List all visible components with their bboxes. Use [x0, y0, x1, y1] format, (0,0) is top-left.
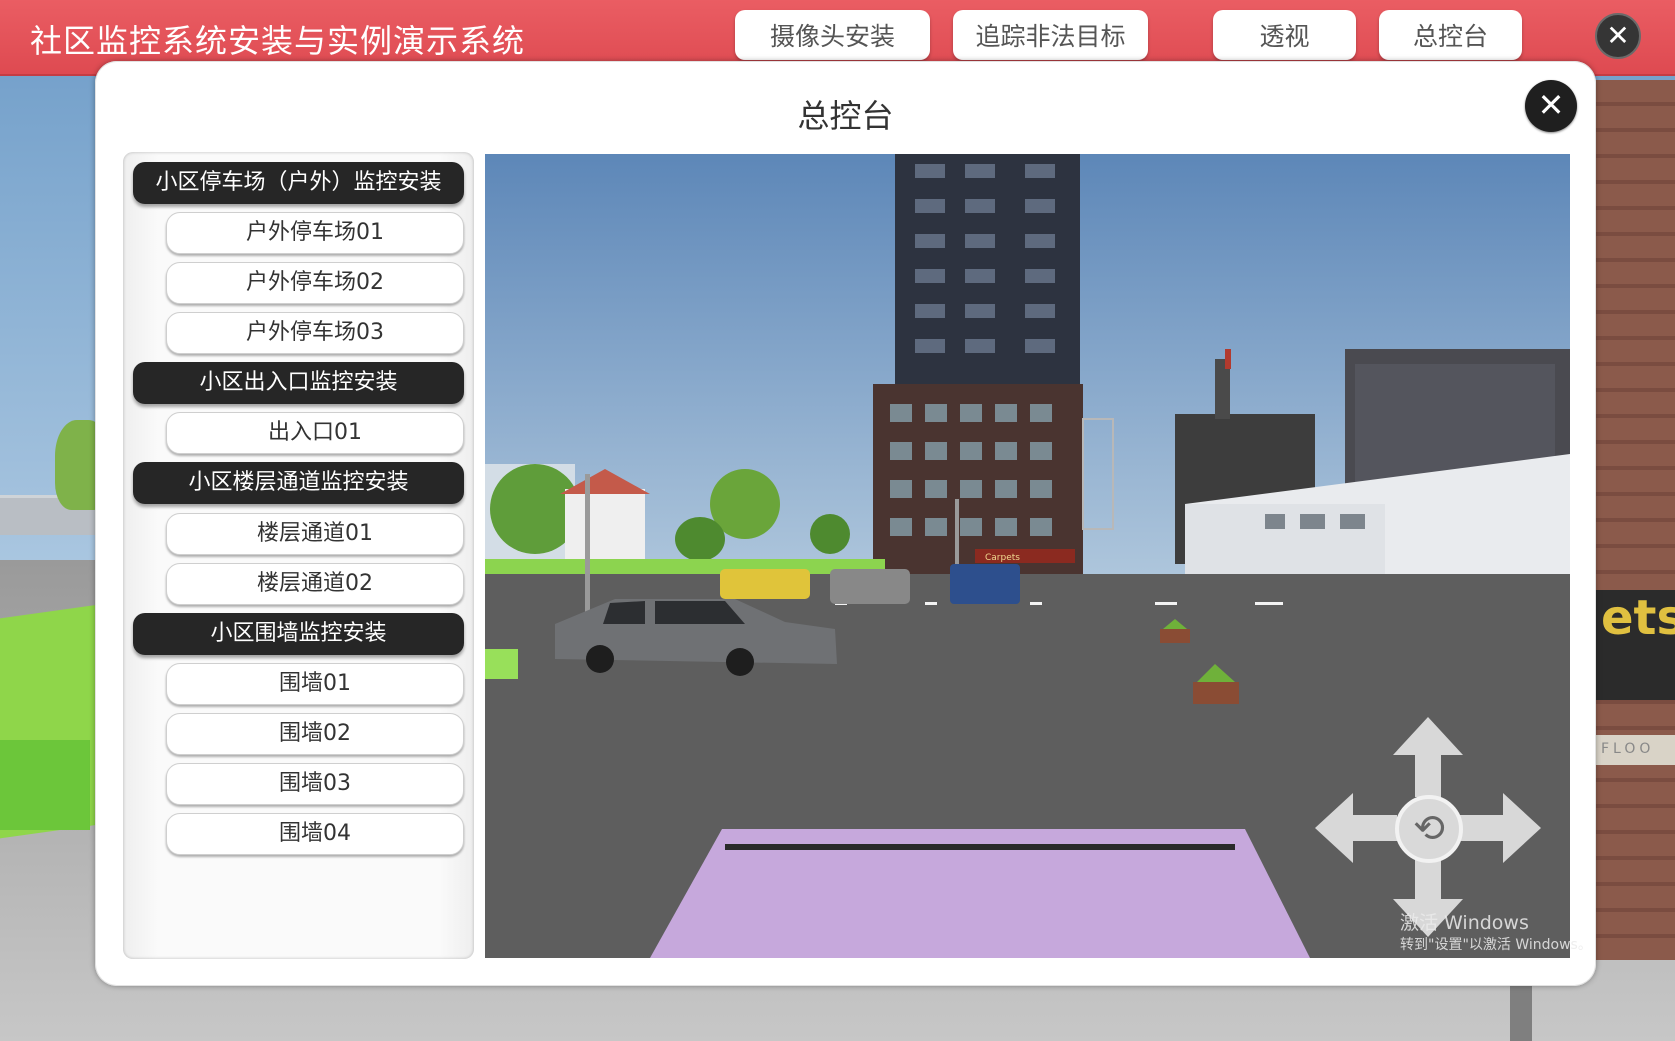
storefront-sign-text: Carpets [985, 553, 1020, 563]
camera-install-button[interactable]: 摄像头安装 [735, 10, 930, 60]
list-item-wall-04[interactable]: 围墙04 [166, 813, 464, 855]
list-item-outdoor-parking-01[interactable]: 户外停车场01 [166, 212, 464, 254]
close-icon: ✕ [1537, 86, 1565, 124]
camera-live-view[interactable]: Carpets ⟲ [485, 154, 1570, 958]
background-pole [1510, 980, 1532, 1041]
watermark-line-2: 转到"设置"以激活 Windows。 [1400, 937, 1592, 953]
windows-activation-watermark: 激活 Windows 转到"设置"以激活 Windows。 [1400, 912, 1592, 956]
perspective-button[interactable]: 透视 [1213, 10, 1356, 60]
list-item-outdoor-parking-02[interactable]: 户外停车场02 [166, 262, 464, 304]
master-console-panel: 总控台 ✕ 小区停车场（户外）监控安装 户外停车场01 户外停车场02 户外停车… [95, 61, 1596, 986]
app-title: 社区监控系统安装与实例演示系统 [30, 22, 526, 60]
arrow-right-icon[interactable] [1459, 793, 1541, 863]
list-item-outdoor-parking-03[interactable]: 户外停车场03 [166, 312, 464, 354]
master-console-button[interactable]: 总控台 [1379, 10, 1522, 60]
list-item-wall-01[interactable]: 围墙01 [166, 663, 464, 705]
background-store-sign: ets [1595, 590, 1675, 700]
rotate-icon: ⟲ [1413, 806, 1445, 850]
watermark-line-1: 激活 Windows [1400, 912, 1529, 934]
group-header-floor-corridor[interactable]: 小区楼层通道监控安装 [133, 462, 464, 504]
list-item-wall-03[interactable]: 围墙03 [166, 763, 464, 805]
group-header-parking-outdoor[interactable]: 小区停车场（户外）监控安装 [133, 162, 464, 204]
background-grass-block [0, 740, 90, 830]
track-illegal-target-button[interactable]: 追踪非法目标 [953, 10, 1148, 60]
list-item-corridor-01[interactable]: 楼层通道01 [166, 513, 464, 555]
background-brick-building [1595, 80, 1675, 960]
background-floor-sign: FLOO [1595, 735, 1675, 765]
list-item-corridor-02[interactable]: 楼层通道02 [166, 563, 464, 605]
app-close-button[interactable]: ✕ [1595, 13, 1641, 59]
rotate-button[interactable]: ⟲ [1395, 795, 1463, 863]
group-header-entrance[interactable]: 小区出入口监控安装 [133, 362, 464, 404]
panel-close-button[interactable]: ✕ [1525, 80, 1577, 132]
arrow-left-icon[interactable] [1315, 793, 1397, 863]
panel-title: 总控台 [797, 97, 894, 135]
group-header-wall[interactable]: 小区围墙监控安装 [133, 613, 464, 655]
list-item-wall-02[interactable]: 围墙02 [166, 713, 464, 755]
arrow-up-icon[interactable] [1393, 717, 1463, 797]
camera-location-list[interactable]: 小区停车场（户外）监控安装 户外停车场01 户外停车场02 户外停车场03 小区… [123, 152, 474, 959]
list-item-entrance-01[interactable]: 出入口01 [166, 412, 464, 454]
camera-dpad: ⟲ [1315, 717, 1541, 937]
close-icon: ✕ [1606, 19, 1630, 52]
